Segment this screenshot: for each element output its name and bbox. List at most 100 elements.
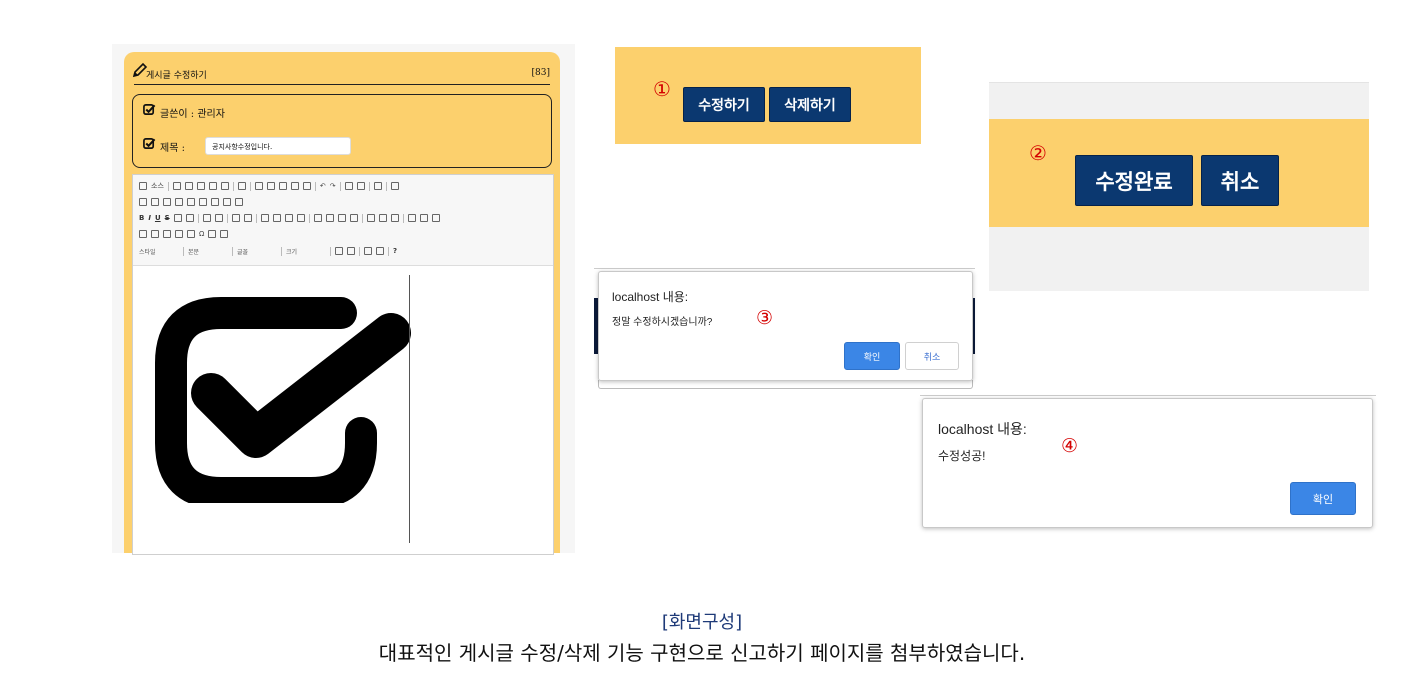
subscript-icon[interactable] bbox=[173, 214, 182, 222]
backdrop-line bbox=[920, 395, 1376, 396]
select-icon[interactable] bbox=[199, 198, 207, 206]
unlink-icon[interactable] bbox=[419, 214, 428, 222]
toolbar-row-2 bbox=[139, 196, 243, 208]
post-number: [83] bbox=[531, 68, 550, 78]
step3-number: ③ bbox=[756, 307, 774, 329]
paste-icon[interactable] bbox=[278, 182, 287, 190]
superscript-icon[interactable] bbox=[185, 214, 194, 222]
undo-icon[interactable]: ↶ bbox=[320, 182, 326, 190]
edit-page-screenshot: 게시글 수정하기 [83] 글쓴이 : 관리자 제목 : 공지사항수정입니다. bbox=[112, 44, 575, 555]
paste-word-icon[interactable] bbox=[302, 182, 311, 190]
table-icon[interactable] bbox=[163, 230, 171, 238]
preview-icon[interactable] bbox=[208, 182, 217, 190]
spellcheck-icon[interactable] bbox=[390, 182, 399, 190]
special-char-icon[interactable]: Ω bbox=[199, 230, 204, 238]
page-break-icon[interactable] bbox=[208, 230, 217, 238]
image-icon[interactable] bbox=[139, 230, 147, 238]
flash-icon[interactable] bbox=[151, 230, 159, 238]
backdrop-line bbox=[594, 268, 975, 269]
dialog-message: 정말 수정하시겠습니까? bbox=[612, 317, 713, 328]
iframe-icon[interactable] bbox=[220, 230, 229, 238]
new-page-icon[interactable] bbox=[184, 182, 193, 190]
title-input[interactable]: 공지사항수정입니다. bbox=[205, 137, 351, 155]
complete-button[interactable]: 수정완료 bbox=[1075, 155, 1193, 206]
format-combo[interactable]: 본문 bbox=[188, 247, 228, 256]
step3-backdrop: localhost 내용: 정말 수정하시겠습니까? ③ 확인 취소 bbox=[594, 268, 975, 392]
indent-icon[interactable] bbox=[272, 214, 281, 222]
anchor-icon[interactable] bbox=[431, 214, 440, 222]
copy-format-icon[interactable] bbox=[202, 214, 211, 222]
underline-button[interactable]: U bbox=[155, 214, 161, 222]
print-icon[interactable] bbox=[220, 182, 229, 190]
copy-icon[interactable] bbox=[266, 182, 275, 190]
step2-number: ② bbox=[1029, 141, 1047, 165]
text-color-icon[interactable] bbox=[335, 247, 343, 255]
toolbar-row-4: Ω bbox=[139, 228, 229, 240]
align-justify-icon[interactable] bbox=[349, 214, 358, 222]
find-icon[interactable] bbox=[344, 182, 353, 190]
radio-icon[interactable] bbox=[163, 198, 171, 206]
size-combo[interactable]: 크기 bbox=[286, 247, 326, 256]
step4-number: ④ bbox=[1061, 435, 1079, 457]
show-blocks-icon[interactable] bbox=[376, 247, 384, 255]
form-icon[interactable] bbox=[139, 198, 147, 206]
image-button-icon[interactable] bbox=[223, 198, 231, 206]
smiley-icon[interactable] bbox=[187, 230, 195, 238]
rich-text-editor[interactable]: 소스 ↶ ↷ B I U S Ω 스타일 본문 글꼴 크기 ? bbox=[132, 174, 554, 555]
align-right-icon[interactable] bbox=[337, 214, 346, 222]
checkbox-icon[interactable] bbox=[151, 198, 159, 206]
horizontal-line-icon[interactable] bbox=[175, 230, 183, 238]
post-info-box: 글쓴이 : 관리자 제목 : 공지사항수정입니다. bbox=[132, 94, 552, 168]
remove-format-icon[interactable] bbox=[214, 214, 223, 222]
confirm-dialog: localhost 내용: 정말 수정하시겠습니까? ③ 확인 취소 bbox=[598, 271, 973, 381]
document-icon[interactable] bbox=[237, 182, 246, 190]
template-icon[interactable] bbox=[196, 182, 205, 190]
language-icon[interactable] bbox=[390, 214, 399, 222]
dialog-title: localhost 내용: bbox=[938, 421, 1027, 437]
replace-icon[interactable] bbox=[356, 182, 365, 190]
strike-button[interactable]: S bbox=[165, 214, 170, 222]
align-left-icon[interactable] bbox=[313, 214, 322, 222]
checkbox-check-icon bbox=[143, 104, 156, 115]
maximize-icon[interactable] bbox=[364, 247, 372, 255]
ltr-icon[interactable] bbox=[366, 214, 375, 222]
source-button[interactable]: 소스 bbox=[151, 181, 164, 191]
edit-page-title: 게시글 수정하기 bbox=[146, 71, 207, 81]
style-combo[interactable]: 스타일 bbox=[139, 247, 179, 256]
toolbar-row-3: B I U S bbox=[139, 212, 440, 224]
paste-text-icon[interactable] bbox=[290, 182, 299, 190]
select-all-icon[interactable] bbox=[373, 182, 382, 190]
rtl-icon[interactable] bbox=[378, 214, 387, 222]
textfield-icon[interactable] bbox=[175, 198, 183, 206]
success-ok-button[interactable]: 확인 bbox=[1290, 482, 1356, 515]
button-icon[interactable] bbox=[211, 198, 219, 206]
div-icon[interactable] bbox=[296, 214, 305, 222]
edit-button[interactable]: 수정하기 bbox=[683, 87, 765, 122]
edit-card: 게시글 수정하기 [83] 글쓴이 : 관리자 제목 : 공지사항수정입니다. bbox=[124, 52, 560, 555]
help-button[interactable]: ? bbox=[393, 247, 397, 255]
confirm-cancel-button[interactable]: 취소 bbox=[905, 342, 959, 370]
editor-content-area[interactable] bbox=[133, 265, 553, 554]
source-icon[interactable] bbox=[139, 182, 147, 190]
font-combo[interactable]: 글꼴 bbox=[237, 247, 277, 256]
italic-button[interactable]: I bbox=[148, 214, 151, 222]
numbered-list-icon[interactable] bbox=[231, 214, 240, 222]
redo-icon[interactable]: ↷ bbox=[330, 182, 336, 190]
bullet-list-icon[interactable] bbox=[243, 214, 252, 222]
save-icon[interactable] bbox=[172, 182, 181, 190]
link-icon[interactable] bbox=[407, 214, 416, 222]
align-center-icon[interactable] bbox=[325, 214, 334, 222]
bold-button[interactable]: B bbox=[139, 214, 144, 222]
textarea-icon[interactable] bbox=[187, 198, 195, 206]
dialog-title: localhost 내용: bbox=[612, 290, 689, 304]
confirm-ok-button[interactable]: 확인 bbox=[844, 342, 900, 370]
step2-band: ② 수정완료 취소 bbox=[989, 119, 1369, 227]
cut-icon[interactable] bbox=[254, 182, 263, 190]
outdent-icon[interactable] bbox=[260, 214, 269, 222]
hidden-field-icon[interactable] bbox=[235, 198, 243, 206]
caption-title: [화면구성] bbox=[661, 612, 743, 633]
blockquote-icon[interactable] bbox=[284, 214, 293, 222]
cancel-edit-button[interactable]: 취소 bbox=[1201, 155, 1279, 206]
bg-color-icon[interactable] bbox=[347, 247, 355, 255]
delete-button[interactable]: 삭제하기 bbox=[769, 87, 851, 122]
